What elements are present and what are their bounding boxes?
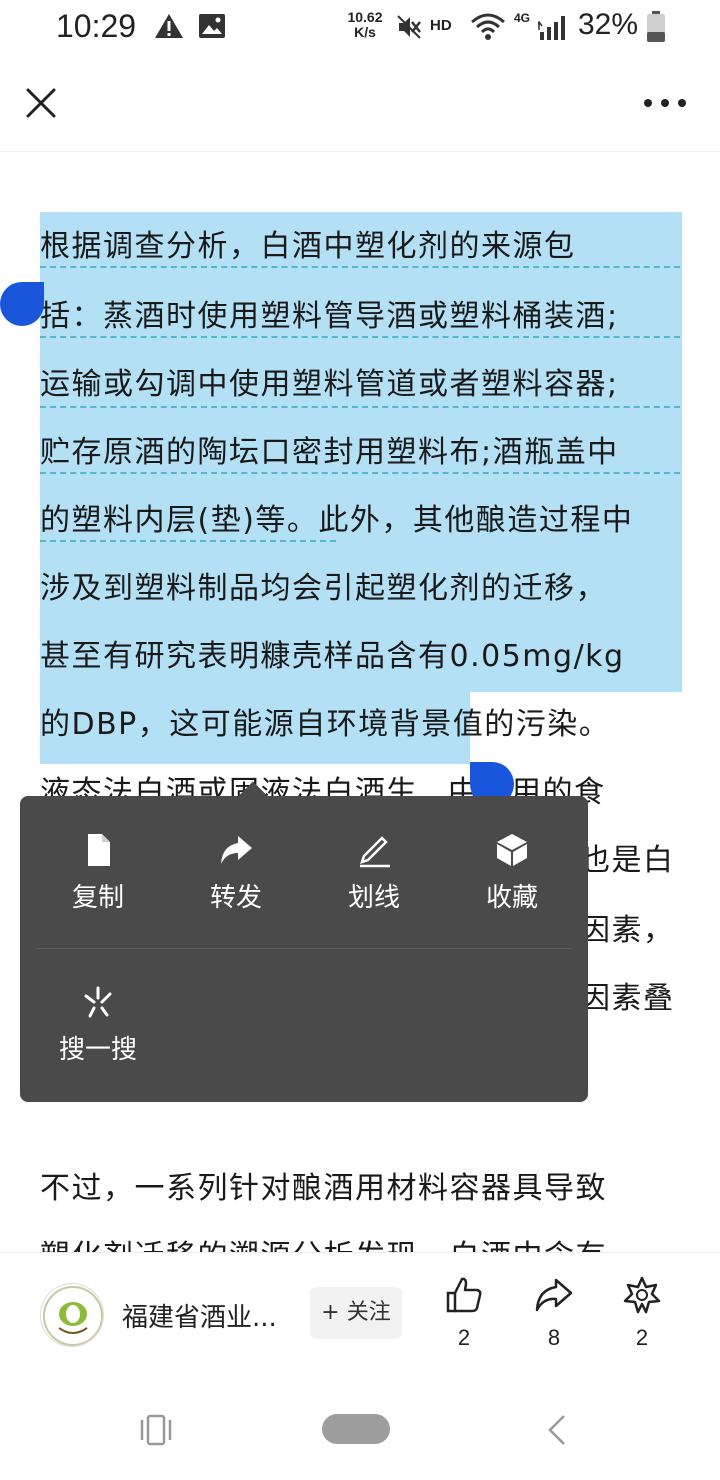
menu-item-copy[interactable]: 复制 (38, 832, 158, 942)
menu-item-label: 搜一搜 (58, 1035, 137, 1065)
wifi-icon (471, 13, 505, 40)
home-pill[interactable] (322, 1414, 390, 1444)
follow-button[interactable]: + 关注 (310, 1287, 402, 1339)
network-speed-value: 10.62 (347, 9, 383, 25)
warning-icon (155, 14, 183, 38)
forward-icon (221, 836, 252, 864)
menu-item-label: 复制 (71, 883, 124, 913)
text-line: 的DBP，这可能源自环境背景值的污染。 (40, 690, 610, 760)
network-type: 4G (514, 11, 531, 25)
battery-icon (647, 11, 665, 42)
author-logo-icon (43, 1286, 103, 1346)
text-fragment: 也是白 (580, 843, 675, 878)
signal-icon (538, 16, 565, 40)
thumbs-up-icon (446, 1277, 482, 1313)
text-line: 涉及到塑料制品均会引起塑化剂的迁移， (40, 571, 607, 606)
mute-icon (397, 15, 421, 39)
flower-icon (623, 1276, 661, 1314)
network-speed: 10.62 K/s (340, 10, 390, 40)
text-line: 运输或勾调中使用塑料管道或者塑料容器; (40, 367, 619, 402)
system-nav-bar (0, 1382, 720, 1480)
selection-menu: 复制 转发 划线 收藏 搜一搜 (20, 781, 588, 1102)
top-bar (0, 56, 720, 152)
menu-item-favorite[interactable]: 收藏 (452, 832, 572, 942)
menu-item-label: 转发 (209, 883, 262, 913)
paragraph[interactable]: 不过，一系列针对酿酒用材料容器具导致 塑化剂迁移的溯源分析发现，白酒中含有 (40, 1154, 684, 1252)
like-button[interactable]: 2 (434, 1275, 494, 1355)
share-button[interactable]: 8 (524, 1275, 584, 1355)
like-count: 2 (457, 1325, 471, 1350)
text-line: 根据调查分析，白酒中塑化剂的来源包 (40, 229, 576, 264)
image-icon (199, 14, 225, 38)
recents-icon[interactable] (138, 1412, 174, 1448)
battery-percent: 32% (578, 8, 639, 41)
share-count: 8 (547, 1325, 561, 1350)
more-icon[interactable] (640, 86, 690, 120)
text-line: 不过，一系列针对酿酒用材料容器具导致 (40, 1171, 607, 1206)
network-speed-unit: K/s (354, 24, 376, 40)
status-time: 10:29 (56, 8, 137, 44)
hd-label: HD (430, 17, 452, 34)
menu-item-forward[interactable]: 转发 (176, 832, 296, 942)
menu-item-label: 收藏 (485, 883, 538, 913)
menu-item-underline[interactable]: 划线 (314, 832, 434, 942)
selected-text: 的DBP，这可能源自环境背 (40, 707, 422, 742)
search-sparkle-icon (84, 986, 112, 1018)
text-fragment: 因素叠 (580, 981, 675, 1016)
text-line: 括：蒸酒时使用塑料管导酒或塑料桶装酒; (40, 299, 619, 334)
text-line: 甚至有研究表明糠壳样品含有0.05mg/kg (40, 639, 625, 674)
back-icon[interactable] (542, 1412, 572, 1448)
share-icon (535, 1278, 573, 1312)
favorite-box-icon (497, 834, 527, 866)
copy-icon (88, 834, 110, 866)
author-name[interactable]: 福建省酒业... (122, 1297, 277, 1334)
menu-item-label: 划线 (347, 883, 400, 913)
text-line: 塑化剂迁移的溯源分析发现，白酒中含有 (40, 1222, 607, 1252)
menu-item-search[interactable]: 搜一搜 (38, 984, 158, 1094)
bottom-action-bar: 福建省酒业... + 关注 2 8 2 (0, 1252, 720, 1382)
unselected-text: 景值的污染。 (421, 707, 611, 742)
selection-start-handle[interactable] (0, 282, 44, 326)
wow-button[interactable]: 2 (612, 1275, 672, 1355)
author-avatar[interactable] (40, 1283, 104, 1347)
status-bar: 10:29 10.62 K/s HD 4G 32% (0, 0, 720, 56)
underline-pen-icon (360, 836, 390, 868)
text-fragment: 因素， (580, 913, 675, 948)
wow-count: 2 (635, 1325, 649, 1350)
menu-divider (36, 948, 572, 949)
text-line: 贮存原酒的陶坛口密封用塑料布;酒瓶盖中 (40, 435, 619, 470)
text-line: 的塑料内层(垫)等。此外，其他酿造过程中 (40, 503, 634, 538)
close-icon[interactable] (20, 82, 62, 124)
